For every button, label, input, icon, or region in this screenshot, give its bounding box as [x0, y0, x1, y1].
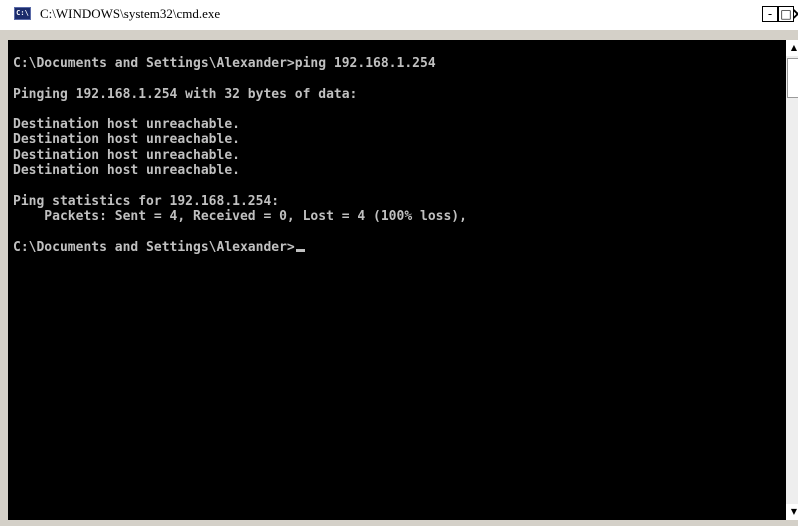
window-title: C:\WINDOWS\system32\cmd.exe [40, 6, 221, 21]
console-line-8: Destination host unreachable. [13, 163, 240, 179]
console-prompt-line[interactable]: C:\Documents and Settings\Alexander> [13, 240, 786, 255]
console-line-12 [13, 224, 786, 239]
console-line-6: Destination host unreachable. [13, 132, 240, 148]
console-output[interactable]: C:\Documents and Settings\Alexander>ping… [8, 40, 786, 520]
console-line-2 [13, 71, 786, 86]
cmd-app-icon[interactable]: C:\ [14, 7, 31, 20]
scroll-thumb[interactable] [787, 58, 798, 98]
console-line-5: Destination host unreachable. [13, 117, 240, 133]
console-line-4 [13, 102, 786, 117]
console-line-11: Packets: Sent = 4, Received = 0, Lost = … [13, 208, 467, 224]
console-line-7: Destination host unreachable. [13, 147, 240, 163]
text-cursor [295, 248, 305, 252]
cmd-window: C:\ C:\WINDOWS\system32\cmd.exe - □ × C:… [0, 0, 798, 526]
console-line-10: Ping statistics for 192.168.1.254: [13, 193, 280, 209]
title-bar[interactable]: C:\ C:\WINDOWS\system32\cmd.exe - □ × [0, 0, 798, 30]
scroll-down-arrow-icon[interactable]: ▼ [786, 504, 798, 520]
close-button[interactable]: × [791, 4, 798, 24]
vertical-scrollbar[interactable]: ▲ ▼ [786, 40, 798, 520]
window-bottom-border [0, 520, 798, 526]
console-line-3: Pinging 192.168.1.254 with 32 bytes of d… [13, 86, 358, 102]
console-text: C:\Documents and Settings\Alexander>ping… [8, 40, 786, 255]
minimize-button[interactable]: - [762, 6, 778, 22]
console-prompt: C:\Documents and Settings\Alexander> [13, 239, 295, 255]
console-line-9 [13, 178, 786, 193]
scroll-up-arrow-icon[interactable]: ▲ [786, 40, 798, 56]
console-line-1: C:\Documents and Settings\Alexander>ping… [13, 56, 436, 71]
